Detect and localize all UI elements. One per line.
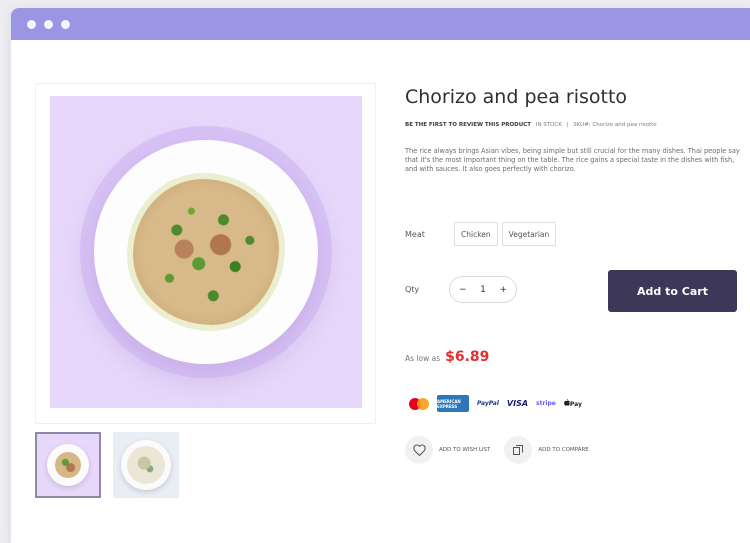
- heart-icon: [412, 444, 426, 456]
- browser-window: Chorizo and pea risotto BE THE FIRST TO …: [11, 8, 750, 543]
- apple-pay-label: Pay: [569, 401, 582, 408]
- product-title: Chorizo and pea risotto: [405, 86, 628, 108]
- amex-icon: AMERICAN EXPRESS: [437, 395, 469, 412]
- meat-option-row: Meat Chicken Vegetarian: [405, 222, 560, 246]
- paypal-icon: PayPal: [477, 400, 499, 407]
- compare-button[interactable]: [504, 436, 533, 464]
- wishlist-link[interactable]: ADD TO WISH LIST: [439, 447, 490, 453]
- sku-value: Chorizo and pea risotto: [592, 122, 657, 128]
- qty-plus-button[interactable]: +: [499, 285, 507, 295]
- meat-label: Meat: [405, 229, 425, 239]
- mastercard-icon: [409, 397, 429, 410]
- quantity-stepper[interactable]: − 1 +: [449, 276, 517, 303]
- product-main-image[interactable]: [50, 96, 362, 408]
- stock-status: IN STOCK: [535, 122, 562, 128]
- thumbnail-plate: [121, 440, 171, 490]
- product-main-image-frame: [35, 83, 376, 424]
- thumbnail-2[interactable]: [113, 432, 179, 498]
- stripe-icon: stripe: [536, 400, 556, 407]
- option-chicken[interactable]: Chicken: [454, 222, 498, 246]
- review-link[interactable]: BE THE FIRST TO REVIEW THIS PRODUCT: [405, 122, 531, 128]
- product-description: The rice always brings Asian vibes, bein…: [405, 147, 740, 173]
- window-dot-icon[interactable]: [61, 19, 70, 29]
- visa-icon: VISA: [506, 399, 529, 408]
- thumbnail-food: [127, 446, 165, 484]
- sku-label: SKU#:: [573, 122, 591, 128]
- price-row: As low as $6.89: [405, 349, 489, 365]
- risotto-image: [133, 179, 279, 325]
- window-titlebar: [11, 8, 750, 40]
- product-thumbnails: [35, 432, 179, 498]
- product-meta: BE THE FIRST TO REVIEW THIS PRODUCT IN S…: [405, 122, 657, 128]
- payment-methods: AMERICAN EXPRESS PayPal VISA stripe Pay: [409, 395, 582, 412]
- apple-pay-icon: Pay: [563, 399, 582, 408]
- thumbnail-1[interactable]: [35, 432, 101, 498]
- price-amount: $6.89: [445, 349, 490, 365]
- window-dot-icon[interactable]: [27, 19, 36, 29]
- wishlist-button[interactable]: [405, 436, 433, 464]
- qty-minus-button[interactable]: −: [459, 285, 467, 295]
- wish-compare-row: ADD TO WISH LIST ADD TO COMPARE: [405, 436, 603, 464]
- compare-icon: [513, 445, 524, 455]
- thumbnail-plate: [47, 444, 89, 486]
- option-vegetarian[interactable]: Vegetarian: [501, 222, 557, 246]
- qty-label: Qty: [405, 285, 420, 294]
- add-to-cart-button[interactable]: Add to Cart: [608, 270, 737, 312]
- meta-separator: |: [566, 122, 569, 128]
- thumbnail-food: [55, 452, 81, 478]
- qty-value[interactable]: 1: [480, 285, 486, 295]
- plate-image: [94, 140, 318, 364]
- compare-link[interactable]: ADD TO COMPARE: [538, 447, 588, 453]
- price-prefix: As low as: [405, 354, 441, 363]
- window-dot-icon[interactable]: [44, 19, 53, 29]
